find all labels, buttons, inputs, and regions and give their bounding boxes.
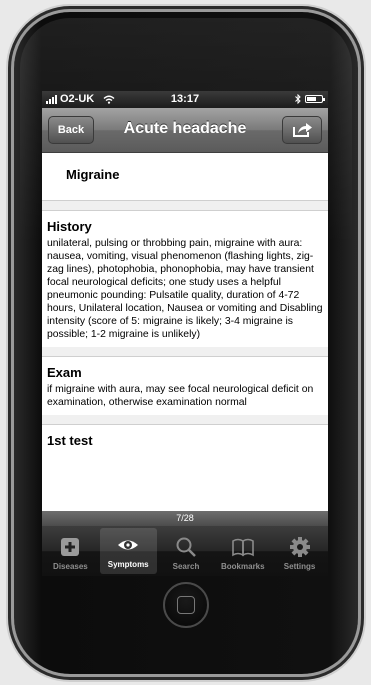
book-icon — [231, 538, 254, 557]
page-title: Migraine — [66, 167, 120, 182]
tab-label: Symptoms — [107, 560, 149, 569]
section-gap — [42, 201, 328, 210]
tab-label: Diseases — [53, 562, 88, 571]
tab-label: Settings — [283, 562, 316, 571]
section-gap — [42, 415, 328, 424]
magnifier-icon — [176, 537, 196, 557]
nav-title: Acute headache — [123, 120, 247, 137]
home-square-icon — [177, 596, 195, 614]
share-icon — [293, 123, 312, 137]
history-heading: History — [47, 219, 92, 234]
tab-label: Search — [172, 562, 200, 571]
status-right — [295, 94, 325, 104]
tab-search[interactable]: Search — [158, 526, 215, 576]
battery-fill — [307, 97, 316, 101]
first-test-section: 1st test — [42, 424, 328, 457]
exam-section: Exam if migraine with aura, may see foca… — [42, 356, 328, 415]
history-section: History unilateral, pulsing or throbbing… — [42, 210, 328, 347]
bluetooth-icon — [295, 94, 301, 104]
eye-icon — [118, 540, 139, 550]
gear-icon — [289, 537, 310, 557]
first-test-heading: 1st test — [47, 433, 93, 448]
tab-settings[interactable]: Settings — [271, 526, 328, 576]
tab-diseases[interactable]: Diseases — [42, 526, 99, 576]
status-bar: O2-UK 13:17 — [42, 91, 328, 108]
share-button[interactable] — [282, 116, 322, 144]
plus-square-icon — [61, 538, 80, 556]
article-content[interactable]: Migraine History unilateral, pulsing or … — [42, 153, 328, 511]
tab-label: Bookmarks — [221, 562, 265, 571]
section-gap — [42, 347, 328, 356]
status-time: 13:17 — [170, 93, 200, 105]
screen: O2-UK 13:17 Back Acute headache Migraine… — [42, 91, 328, 526]
title-section: Migraine — [42, 153, 328, 201]
home-button[interactable] — [163, 582, 209, 628]
battery-icon — [305, 95, 325, 103]
navigation-bar: Back Acute headache — [42, 108, 328, 153]
exam-text: if migraine with aura, may see focal neu… — [47, 384, 314, 408]
tab-bar: Diseases Symptoms Search Bookmarks Setti… — [42, 526, 328, 576]
tab-bookmarks[interactable]: Bookmarks — [214, 526, 271, 576]
exam-heading: Exam — [47, 365, 82, 380]
tab-symptoms[interactable]: Symptoms — [99, 528, 157, 574]
back-button[interactable]: Back — [48, 116, 94, 144]
page-indicator: 7/28 — [42, 511, 328, 526]
history-text: unilateral, pulsing or throbbing pain, m… — [47, 238, 323, 340]
